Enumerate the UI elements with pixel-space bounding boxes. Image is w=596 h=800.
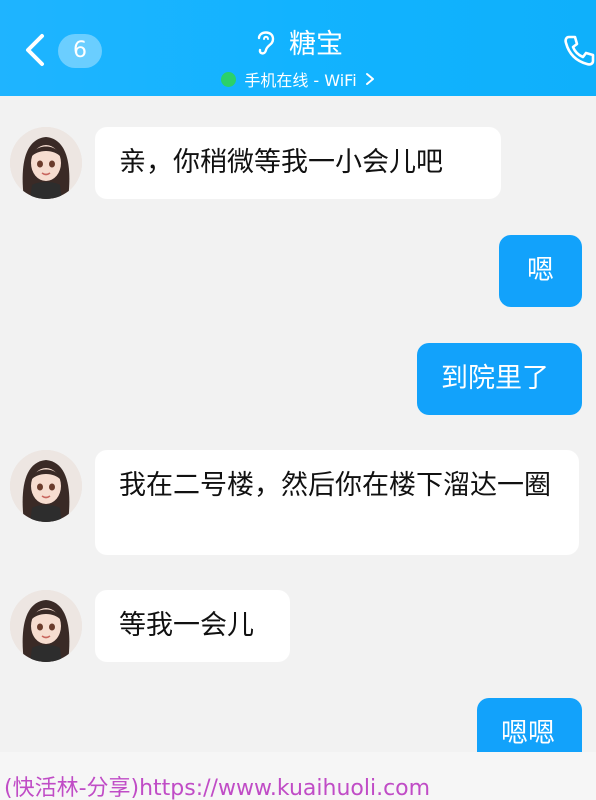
message-bubble-outgoing[interactable]: 到院里了: [417, 343, 582, 415]
chevron-right-icon: [365, 73, 374, 85]
message-bubble-incoming[interactable]: 等我一会儿: [95, 590, 290, 662]
phone-icon[interactable]: [562, 34, 596, 68]
avatar-illustration-icon: [10, 450, 82, 522]
online-status-text: 手机在线 - WiFi: [244, 71, 357, 90]
avatar-illustration-icon: [10, 127, 82, 199]
chat-title-area[interactable]: 糖宝 手机在线 - WiFi: [0, 22, 596, 91]
contact-name: 糖宝: [289, 29, 343, 60]
message-bubble-outgoing[interactable]: 嗯: [499, 235, 582, 307]
watermark-text: (快活林-分享)https://www.kuaihuoli.com: [4, 776, 431, 800]
contact-avatar[interactable]: [10, 590, 82, 662]
contact-avatar[interactable]: [10, 450, 82, 522]
message-bubble-incoming[interactable]: 我在二号楼，然后你在楼下溜达一圈: [95, 450, 579, 555]
online-status-dot: [221, 71, 237, 87]
message-bubble-incoming[interactable]: 亲，你稍微等我一小会儿吧: [95, 127, 501, 199]
ear-icon: [257, 30, 275, 55]
avatar-illustration-icon: [10, 590, 82, 662]
contact-avatar[interactable]: [10, 127, 82, 199]
chat-header: 6 糖宝 手机在线 - WiFi: [0, 0, 596, 96]
